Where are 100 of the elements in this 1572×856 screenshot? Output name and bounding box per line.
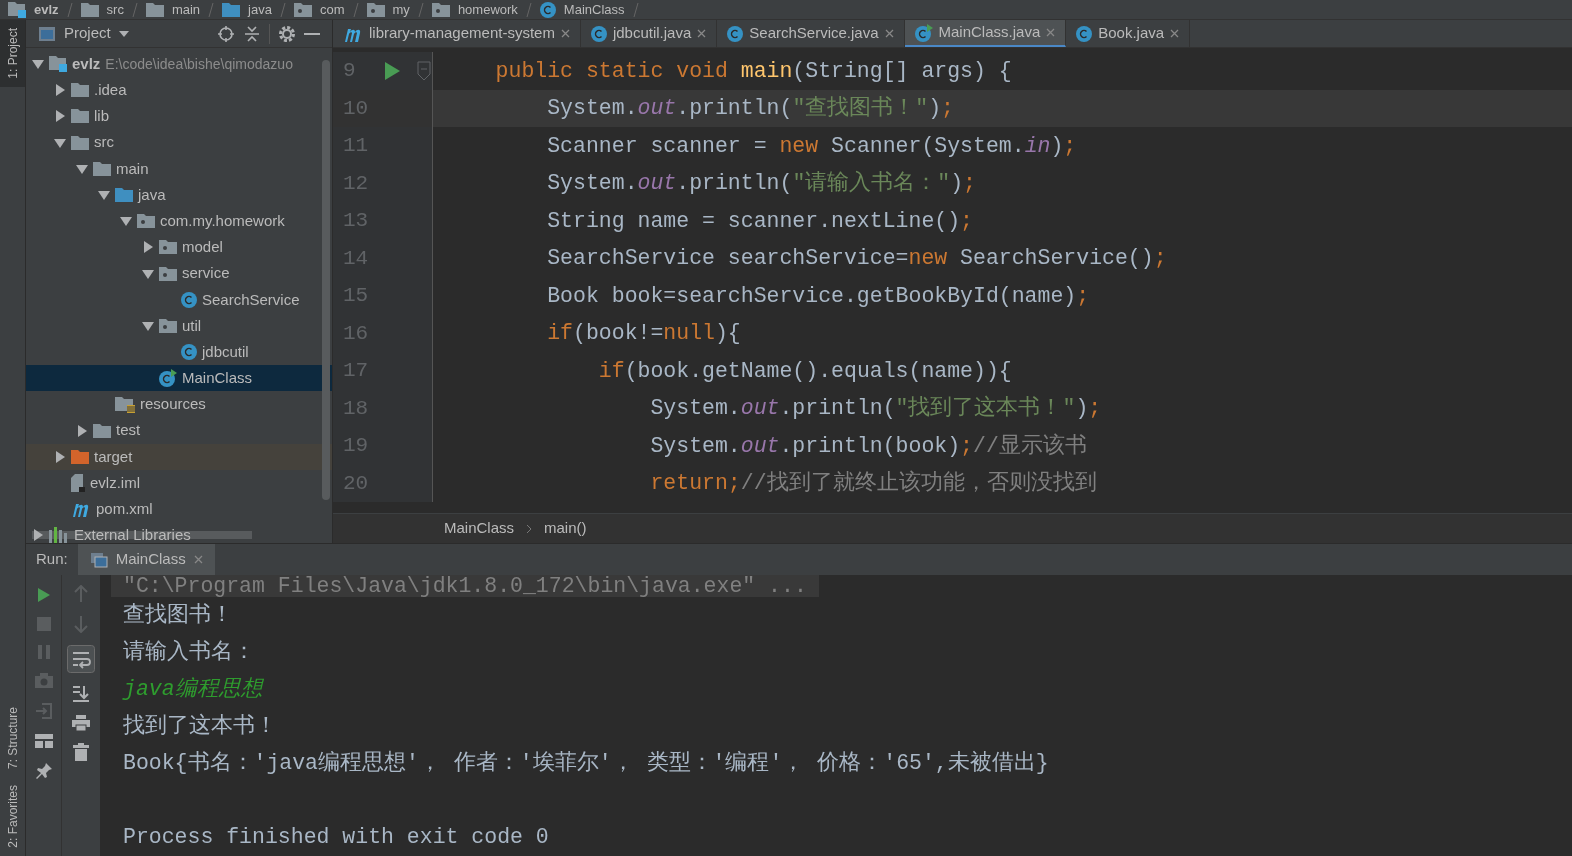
expanded-arrow-icon[interactable] [120,215,132,228]
class-icon [590,25,607,42]
collapsed-arrow-icon[interactable] [142,241,154,254]
expanded-arrow-icon[interactable] [142,319,154,332]
tree-item[interactable]: External Libraries [26,522,332,543]
breadcrumb-item[interactable]: homework [457,3,518,16]
run-gutter-icon[interactable] [384,60,400,81]
collapsed-arrow-icon[interactable] [54,450,66,463]
tree-item[interactable]: main [26,155,332,182]
console-line: 找到了这本书！ [123,712,278,741]
collapsed-arrow-icon[interactable] [32,529,44,542]
locate-icon[interactable] [217,24,235,43]
breadcrumb-item[interactable]: java [248,3,272,16]
run-icon[interactable] [36,587,51,603]
editor-tab[interactable]: jdbcutil.java [580,20,718,47]
tool-window-tab[interactable]: 1: Project [0,20,25,87]
folder-icon [222,2,241,17]
folder-icon [115,188,133,203]
expanded-arrow-icon[interactable] [54,136,66,149]
editor-tab[interactable]: Book.java [1066,20,1191,47]
tree-item[interactable]: target [26,443,332,470]
module-icon [8,1,26,18]
runnable-class-icon [914,23,933,42]
settings-icon[interactable] [278,24,296,43]
expanded-arrow-icon[interactable] [98,189,110,202]
libraries-icon [49,527,69,543]
close-icon[interactable] [1170,29,1180,38]
print-icon[interactable] [72,715,90,731]
tree-item[interactable]: SearchService [26,286,332,313]
runnable-class-icon [159,369,177,388]
layout-icon[interactable] [34,734,53,748]
breadcrumb-item[interactable]: MainClass [444,517,515,540]
tool-window-tab[interactable]: 7: Structure [0,699,25,778]
console-line: 查找图书！ [123,602,234,630]
breadcrumb-item[interactable]: com [319,3,345,16]
path-text: E:\code\idea\bishe\qimodazuo [105,54,293,74]
dropdown-caret-icon[interactable] [118,30,129,37]
close-icon[interactable] [884,29,894,38]
input-text: java编程思想 [123,676,265,704]
trash-icon[interactable] [73,743,89,761]
scroll-to-end-icon[interactable] [72,685,90,703]
tree-item[interactable]: resources [26,391,332,418]
tree-item[interactable]: lib [26,103,332,130]
class-icon [181,291,197,308]
tree-item[interactable]: evlz.iml [26,470,332,497]
pin-icon[interactable] [34,762,53,780]
tree-item[interactable]: util [26,312,332,340]
folder-icon [93,161,111,176]
scrollbar[interactable] [322,60,330,500]
tool-window-tab[interactable]: 2: Favorites [0,777,25,856]
close-icon[interactable] [560,29,570,38]
tree-item[interactable]: jdbcutil [26,339,332,366]
run-label: Run: [35,549,69,570]
collapsed-arrow-icon[interactable] [76,424,88,437]
breadcrumb-item[interactable]: MainClass [563,3,625,16]
package-icon [159,240,177,255]
panel-title[interactable]: Project [64,22,111,45]
folder-icon [145,2,164,17]
separator-icon [66,2,73,17]
breadcrumb-item[interactable]: my [392,3,410,16]
tree-item[interactable]: test [26,417,332,444]
console-line: Book{书名：'java编程思想'， 作者：'埃菲尔'， 类型：'编程'， 价格：'65',未被借出} [123,749,1050,778]
horizontal-scrollbar[interactable] [32,530,252,539]
close-icon[interactable] [697,29,707,38]
console-icon [89,551,108,568]
collapsed-arrow-icon[interactable] [54,110,66,123]
module-icon [49,56,67,73]
collapse-all-icon[interactable] [243,24,261,43]
breadcrumb-item[interactable]: main [171,3,201,16]
tree-item[interactable]: service [26,260,332,287]
file-icon [71,474,85,493]
tree-item[interactable]: .idea [26,77,332,104]
separator-icon [208,2,215,17]
breadcrumb-item[interactable]: evlz [34,3,59,16]
editor-tab[interactable]: library-management-system [333,20,581,47]
tree-item[interactable]: pom.xml [26,496,332,523]
expanded-arrow-icon[interactable] [32,58,44,71]
exit-message: Process finished with exit code 0 [123,824,550,852]
breadcrumb-item[interactable]: main() [544,517,587,540]
run-tab[interactable]: MainClass [77,544,215,575]
soft-wrap-icon[interactable] [67,645,95,673]
editor-tab[interactable]: SearchService.java [717,20,905,47]
tree-item[interactable]: src [26,129,332,156]
tree-item[interactable]: com.my.homework [26,208,332,235]
collapsed-arrow-icon[interactable] [54,84,66,97]
expanded-arrow-icon[interactable] [142,267,154,280]
folder-icon [80,2,99,17]
tree-item[interactable]: MainClass [26,365,332,392]
resources-folder-icon [115,396,135,413]
breadcrumb-item[interactable]: src [106,3,124,16]
separator-icon [352,2,359,17]
expanded-arrow-icon[interactable] [76,162,88,175]
tree-item[interactable]: java [26,181,332,209]
class-icon [727,25,744,42]
package-icon [159,318,177,333]
editor-tab[interactable]: MainClass.java [904,20,1067,47]
class-icon [1076,25,1093,42]
tree-item[interactable]: model [26,234,332,261]
separator-icon [525,2,532,17]
tree-item[interactable]: evlz E:\code\idea\bishe\qimodazuo [26,51,332,78]
